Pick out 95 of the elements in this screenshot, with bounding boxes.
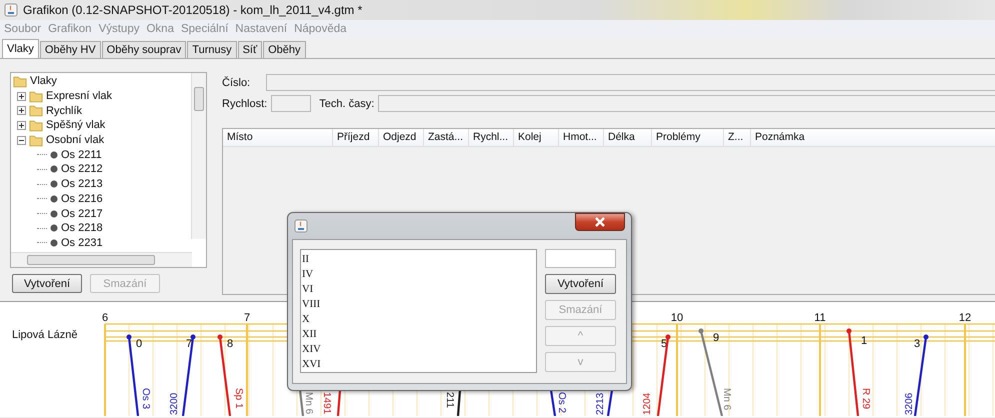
column-header[interactable]: Z... (724, 129, 751, 146)
folder-icon (29, 118, 43, 132)
list-item[interactable]: IV (302, 267, 535, 282)
tree-item[interactable]: Os 2231 (61, 236, 103, 249)
scrollbar[interactable] (11, 252, 192, 267)
station-name: Lipová Lázně (11, 328, 78, 341)
list-item[interactable]: VI (302, 282, 535, 297)
dot-icon (50, 165, 58, 174)
dot-icon (50, 210, 58, 218)
dot-icon (50, 150, 58, 159)
list-item[interactable]: XIV (302, 342, 535, 357)
hour-label: 10 (670, 312, 684, 324)
expander-icon[interactable] (17, 106, 26, 116)
expander-icon[interactable] (17, 136, 26, 145)
scrollbar[interactable] (191, 73, 206, 239)
train-line[interactable] (456, 390, 462, 416)
train-label: Os 2 (556, 392, 567, 414)
column-header[interactable]: Délka (604, 129, 652, 146)
hour-label: 12 (958, 312, 972, 324)
tree-item[interactable]: Os 2218 (61, 222, 103, 234)
tree-item[interactable]: Spěšný vlak (46, 119, 106, 132)
close-icon (594, 217, 606, 227)
tree-item[interactable]: Osobní vlak (46, 134, 104, 146)
hour-label: 11 (814, 312, 826, 324)
folder-icon (29, 134, 43, 147)
dot-icon (50, 224, 58, 232)
tree-item[interactable]: Os 2216 (61, 192, 103, 205)
train-label: 1491 (321, 392, 332, 414)
tab[interactable]: Turnusy (187, 41, 237, 58)
train-label: 211 (444, 392, 455, 408)
track-number: 7 (186, 338, 192, 350)
tree-item[interactable]: Os 2213 (61, 178, 103, 190)
button[interactable]: Vytvoření (12, 274, 82, 293)
train-label: Sp 1 (233, 388, 244, 409)
tech-times-field[interactable] (378, 95, 995, 112)
tab[interactable]: Vlaky (2, 39, 39, 58)
list-item[interactable]: II (302, 252, 535, 267)
tree-item[interactable]: Os 2212 (61, 163, 103, 176)
column-header[interactable]: Zastá... (424, 129, 469, 146)
tab[interactable]: Oběhy (263, 41, 306, 58)
window-title: Grafikon (0.12-SNAPSHOT-20120518) - kom_lh_2011_v4.gtm * (23, 3, 362, 17)
number-field[interactable] (266, 74, 995, 91)
train-label: 2213 (595, 392, 606, 415)
train-label: Os 3 (140, 388, 151, 410)
column-header[interactable]: Odjezd (379, 129, 424, 146)
folder-icon (13, 74, 27, 88)
list-item[interactable]: X (302, 312, 535, 327)
train-line[interactable] (914, 334, 928, 416)
train-label: 3206 (904, 392, 915, 415)
list-item[interactable]: VIII (302, 297, 535, 312)
track-number: 3 (914, 338, 920, 350)
column-header[interactable]: Poznámka (751, 129, 995, 146)
train-line[interactable] (336, 390, 342, 416)
list-item[interactable]: XII (302, 327, 535, 342)
field-label: Číslo: (222, 76, 250, 88)
dot-icon (50, 238, 58, 247)
expander-icon[interactable] (17, 120, 26, 130)
train-label: R 29 (860, 388, 871, 410)
hour-label: 7 (244, 312, 250, 324)
column-header[interactable]: Příjezd (333, 129, 379, 146)
train-line[interactable] (550, 390, 556, 416)
train-label: Mn 6 (721, 388, 732, 410)
track-number: 0 (136, 338, 142, 350)
tree-item[interactable]: Vlaky (30, 75, 57, 88)
close-button[interactable] (575, 213, 625, 231)
track-number: 8 (227, 338, 234, 350)
train-line[interactable] (606, 390, 614, 416)
folder-icon (29, 90, 43, 103)
field-label: Rychlost: (222, 98, 268, 110)
dot-icon (50, 180, 58, 188)
tree-item[interactable]: Expresní vlak (46, 90, 112, 102)
list-item[interactable]: XVI (302, 357, 535, 372)
field-label: Tech. časy: (319, 98, 374, 110)
train-line[interactable] (182, 334, 196, 416)
name-field[interactable] (545, 249, 616, 268)
button[interactable]: Vytvoření (545, 274, 616, 294)
tree-item[interactable]: Os 2217 (61, 208, 103, 220)
tab[interactable]: Oběhy HV (40, 41, 101, 58)
column-header[interactable]: Kolej (514, 129, 559, 146)
expander-icon[interactable] (17, 92, 26, 101)
tab[interactable]: Síť (238, 41, 262, 58)
train-label: Mn 6 (303, 392, 314, 414)
tab[interactable]: Oběhy souprav (102, 41, 186, 58)
hour-label: 6 (102, 312, 108, 324)
column-header[interactable]: Rychl... (469, 129, 514, 146)
tree-item[interactable]: Rychlík (46, 104, 82, 117)
speed-field[interactable] (271, 95, 312, 112)
column-header[interactable]: Problémy (652, 129, 724, 146)
folder-icon (29, 104, 43, 118)
column-header[interactable]: Místo (223, 129, 333, 146)
column-header[interactable]: Hmot... (559, 129, 604, 146)
tree-item[interactable]: Os 2211 (61, 148, 102, 161)
train-label: 1204 (642, 392, 653, 415)
dot-icon (50, 194, 58, 203)
train-label: 3200 (169, 392, 180, 415)
